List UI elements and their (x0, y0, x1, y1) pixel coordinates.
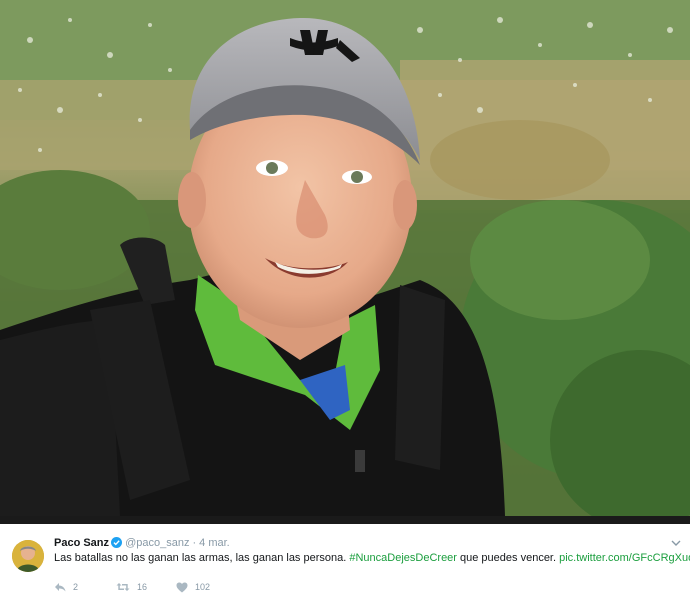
tweet-text-part1: Las batallas no las ganan las armas, las… (54, 552, 350, 564)
retweet-button[interactable]: 16 (116, 582, 176, 592)
tweet-text-part2: que puedes vencer. (456, 552, 560, 564)
tweet-actions: 2 16 102 (54, 580, 210, 594)
timestamp[interactable]: 4 mar. (199, 537, 230, 549)
chevron-down-icon[interactable] (670, 536, 682, 548)
like-count: 102 (195, 582, 211, 592)
tweet-text: Las batallas no las ganan las armas, las… (54, 551, 690, 565)
reply-icon (54, 582, 66, 592)
verified-badge-icon (111, 537, 123, 552)
author-name[interactable]: Paco Sanz (54, 537, 109, 549)
author-handle[interactable]: @paco_sanz (125, 537, 189, 549)
photo-divider (0, 516, 690, 524)
tweet-card: Paco Sanz @paco_sanz · 4 mar. Las batallas… (0, 524, 690, 602)
hashtag-link[interactable]: #NuncaDejesDeCreer (349, 552, 457, 564)
pic-link[interactable]: pic.twitter.com/GFcCRgXuqf (559, 552, 690, 564)
retweet-count: 16 (137, 582, 148, 592)
reply-count: 2 (73, 582, 79, 592)
reply-button[interactable]: 2 (54, 582, 116, 592)
heart-icon (176, 582, 188, 593)
like-button[interactable]: 102 (176, 582, 210, 593)
tweet-header: Paco Sanz @paco_sanz · 4 mar. (54, 536, 230, 552)
separator-dot: · (192, 537, 197, 549)
tweet-photo[interactable] (0, 0, 690, 516)
retweet-icon (116, 582, 130, 592)
avatar[interactable] (12, 540, 44, 572)
selfie-image (0, 0, 690, 516)
